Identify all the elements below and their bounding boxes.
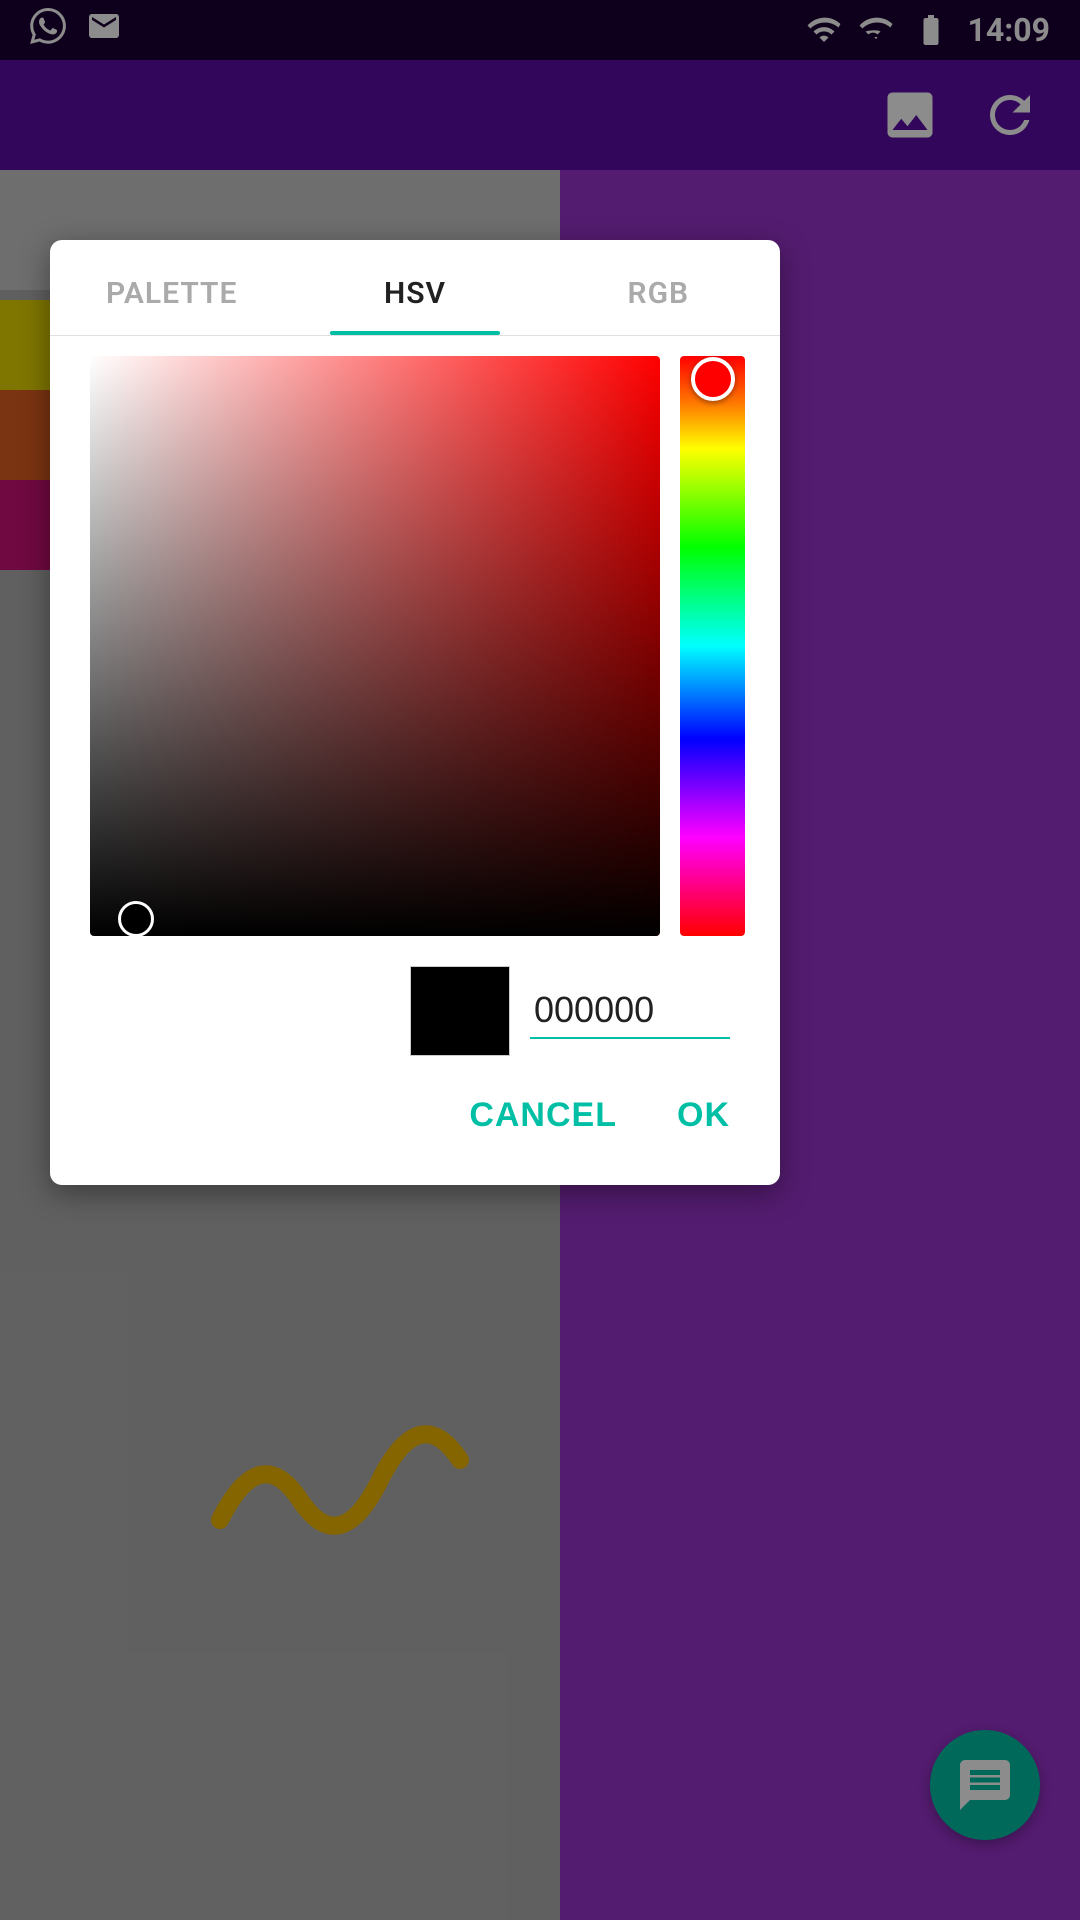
cancel-button[interactable]: CANCEL bbox=[469, 1086, 617, 1145]
hue-cursor bbox=[691, 357, 735, 401]
sv-square[interactable] bbox=[90, 356, 660, 936]
hue-slider[interactable] bbox=[680, 356, 745, 936]
hue-slider-inner bbox=[680, 356, 745, 936]
tab-rgb[interactable]: RGB bbox=[537, 240, 780, 335]
color-picker-dialog: PALETTE HSV RGB CANCEL OK bbox=[50, 240, 780, 1185]
dialog-actions: CANCEL OK bbox=[50, 1066, 780, 1155]
hex-input[interactable] bbox=[530, 983, 730, 1039]
sv-cursor bbox=[118, 901, 154, 937]
ok-button[interactable]: OK bbox=[677, 1086, 730, 1145]
tab-palette[interactable]: PALETTE bbox=[50, 240, 293, 335]
picker-body bbox=[50, 356, 780, 936]
tab-hsv[interactable]: HSV bbox=[293, 240, 536, 335]
sv-square-inner bbox=[90, 356, 660, 936]
sv-dark-gradient bbox=[90, 356, 660, 936]
dialog-tabs: PALETTE HSV RGB bbox=[50, 240, 780, 336]
dialog-bottom bbox=[50, 936, 780, 1066]
color-preview bbox=[410, 966, 510, 1056]
